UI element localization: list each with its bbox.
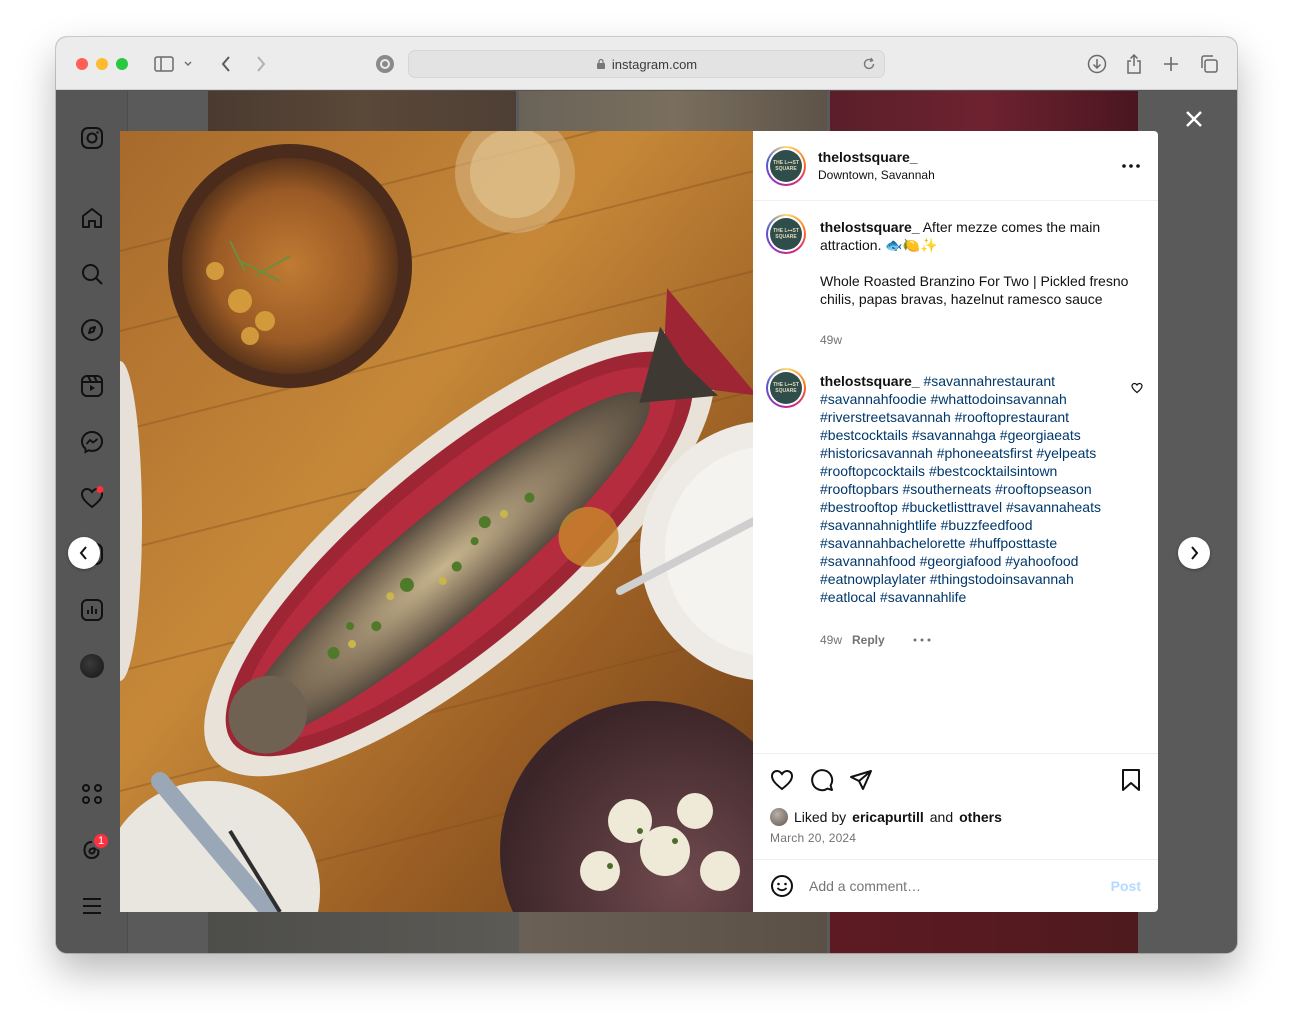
url-text: instagram.com	[611, 56, 698, 72]
lock-icon	[596, 58, 605, 69]
caption-username[interactable]: thelostsquare_	[820, 219, 920, 235]
dashboard-icon[interactable]	[78, 596, 106, 624]
post-header: THE L⊶ST SQUARE thelostsquare_ Downtown,…	[753, 131, 1158, 201]
author-username[interactable]: thelostsquare_	[818, 149, 918, 165]
comment-avatar[interactable]: THE L⊶ST SQUARE	[766, 368, 806, 408]
post-location[interactable]: Downtown, Savannah	[818, 168, 935, 182]
comment-meta: 49w Reply	[820, 633, 933, 647]
caption-avatar[interactable]: THE L⊶ST SQUARE	[766, 214, 806, 254]
chevron-left-icon	[79, 546, 87, 560]
author-avatar[interactable]: THE L⊶ST SQUARE	[766, 146, 806, 186]
action-bar	[753, 753, 1158, 754]
search-icon[interactable]	[78, 260, 106, 288]
background-post-tile	[830, 91, 1138, 131]
emoji-icon[interactable]	[770, 874, 794, 903]
post-details-panel: THE L⊶ST SQUARE thelostsquare_ Downtown,…	[753, 131, 1158, 912]
sidebar-toggle-icon[interactable]	[151, 51, 177, 77]
home-icon[interactable]	[78, 204, 106, 232]
liked-by-user[interactable]: ericapurtill	[852, 809, 924, 825]
background-post-tile	[208, 91, 516, 131]
download-icon[interactable]	[1084, 51, 1110, 77]
comment-input[interactable]	[809, 876, 1099, 896]
address-bar[interactable]: instagram.com	[408, 50, 885, 78]
share-icon[interactable]	[1121, 51, 1147, 77]
comment-icon[interactable]	[810, 768, 834, 797]
background-post-tile	[830, 912, 1138, 953]
close-icon[interactable]	[1182, 107, 1206, 131]
chevron-right-icon	[1191, 546, 1199, 560]
reels-icon[interactable]	[78, 372, 106, 400]
instagram-icon[interactable]	[78, 124, 106, 152]
previous-post-button[interactable]	[68, 537, 100, 569]
post-date[interactable]: March 20, 2024	[770, 831, 856, 845]
reload-icon[interactable]	[862, 57, 876, 71]
share-post-icon[interactable]	[849, 768, 873, 797]
post-image	[120, 131, 754, 912]
threads-icon[interactable]: 1	[78, 832, 110, 864]
liked-by-prefix: Liked by	[794, 809, 847, 825]
back-icon[interactable]	[213, 51, 239, 77]
save-icon[interactable]	[1119, 768, 1143, 797]
heart-icon[interactable]	[78, 484, 106, 512]
messenger-icon[interactable]	[78, 428, 106, 456]
comment-hashtags[interactable]: #savannahrestaurant #savannahfoodie #wha…	[820, 373, 1101, 605]
like-icon[interactable]	[770, 768, 794, 797]
profile-avatar[interactable]	[78, 652, 106, 680]
background-post-tile	[519, 912, 827, 953]
chevron-down-icon[interactable]	[180, 51, 196, 77]
comment-more-icon[interactable]	[911, 636, 933, 644]
page-content: 1 THE L⊶ST SQUARE thelostsquare_ Downtow…	[56, 91, 1237, 953]
like-comment-icon[interactable]	[1131, 381, 1143, 399]
browser-toolbar: instagram.com	[56, 37, 1237, 90]
explore-icon[interactable]	[78, 316, 106, 344]
forward-icon[interactable]	[248, 51, 274, 77]
minimize-window-button[interactable]	[96, 58, 108, 70]
liked-by: Liked by ericapurtill and others	[770, 808, 1002, 826]
zoom-window-button[interactable]	[116, 58, 128, 70]
notification-badge: 1	[92, 832, 110, 850]
site-settings-icon[interactable]	[372, 51, 398, 77]
caption-line2: Whole Roasted Branzino For Two | Pickled…	[820, 273, 1129, 307]
new-tab-icon[interactable]	[1158, 51, 1184, 77]
background-post-tile	[519, 91, 827, 131]
hashtag-comment: thelostsquare_ #savannahrestaurant #sava…	[820, 372, 1120, 606]
liked-by-others[interactable]: others	[959, 809, 1002, 825]
instagram-sidebar: 1	[56, 91, 128, 953]
post-comment-button[interactable]: Post	[1111, 878, 1141, 894]
food-photo	[120, 131, 754, 912]
more-menu-icon[interactable]	[78, 892, 106, 920]
more-options-icon[interactable]	[1119, 156, 1143, 176]
liker-avatar[interactable]	[770, 808, 788, 826]
close-window-button[interactable]	[76, 58, 88, 70]
caption-timestamp[interactable]: 49w	[820, 333, 842, 347]
browser-window: instagram.com 1 THE L⊶ST SQUARE thelosts…	[56, 37, 1237, 953]
comment-composer: Post	[753, 859, 1158, 912]
caption-text: thelostsquare_ After mezze comes the mai…	[820, 218, 1130, 308]
next-post-button[interactable]	[1178, 537, 1210, 569]
liked-by-and: and	[929, 809, 954, 825]
tab-overview-icon[interactable]	[1196, 51, 1222, 77]
also-from-meta-icon[interactable]	[78, 780, 106, 808]
comment-username[interactable]: thelostsquare_	[820, 373, 920, 389]
reply-button[interactable]: Reply	[852, 633, 885, 647]
background-post-tile	[208, 912, 516, 953]
comment-timestamp[interactable]: 49w	[820, 633, 842, 647]
